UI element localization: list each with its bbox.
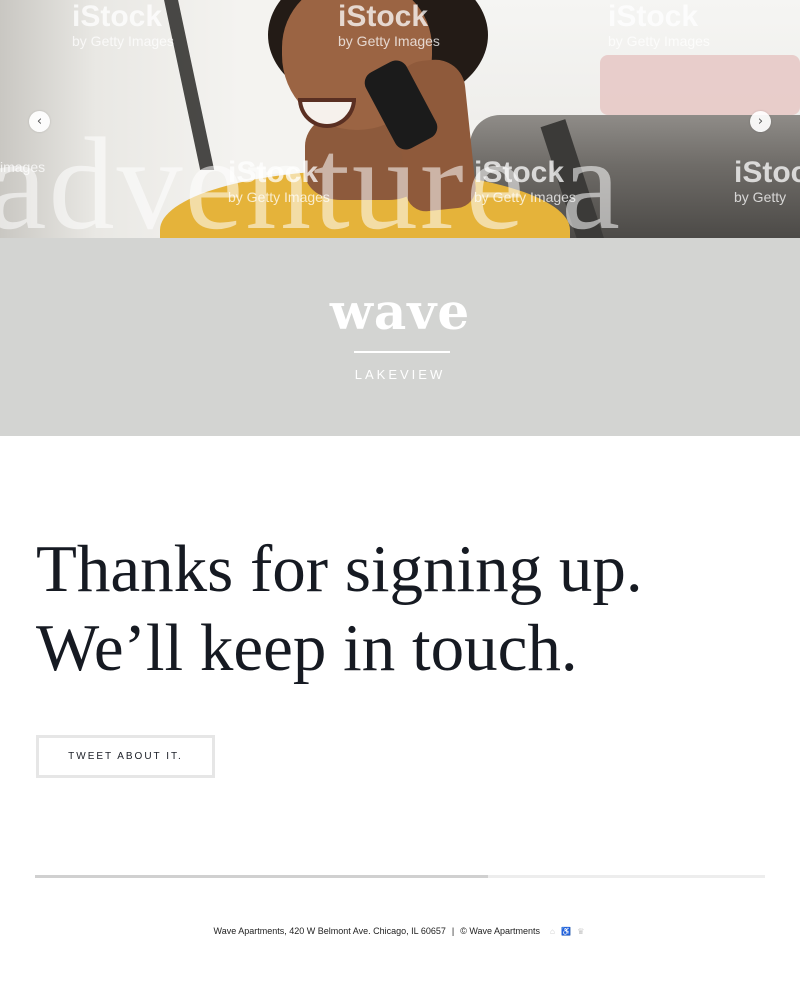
hero-photo-background-car	[600, 55, 800, 115]
carousel-next-button[interactable]: ›	[750, 111, 771, 132]
watermark-sub: by Getty Images	[608, 33, 710, 49]
progress-track	[35, 875, 765, 878]
watermark: iStock by Getty Images	[474, 156, 576, 205]
watermark: iStock by Getty Images	[72, 0, 174, 49]
hero-carousel: adventure a iStock by Getty Images iStoc…	[0, 0, 800, 238]
chevron-left-icon: ‹	[36, 114, 43, 129]
watermark: images	[0, 158, 45, 174]
watermark: iStock by Getty Images	[338, 0, 440, 49]
footer: Wave Apartments, 420 W Belmont Ave. Chic…	[0, 926, 800, 936]
hero-overlay-word: adventure a	[0, 110, 622, 239]
watermark-sub: by Getty Images	[228, 189, 330, 205]
footer-copyright: © Wave Apartments	[460, 926, 541, 936]
headline-line-2: We’ll keep in touch.	[36, 611, 578, 685]
progress-fill	[35, 875, 488, 878]
watermark-sub: by Getty Images	[474, 189, 576, 205]
watermark-brand: iStock	[608, 0, 699, 33]
watermark-sub: by Getty	[734, 189, 787, 205]
watermark-brand: iStock	[734, 156, 800, 189]
watermark-brand: iStock	[228, 156, 319, 189]
headline-line-1: Thanks for signing up.	[36, 532, 643, 606]
watermark-sub: by Getty Images	[72, 33, 174, 49]
carousel-prev-button[interactable]: ‹	[29, 111, 50, 132]
watermark-brand: iStock	[338, 0, 429, 33]
footer-separator: |	[451, 926, 455, 936]
watermark-brand: iStock	[474, 156, 565, 189]
watermark: iStock by Getty	[734, 156, 800, 205]
watermark: iStock by Getty Images	[228, 156, 330, 205]
logo-location: LAKEVIEW	[354, 367, 446, 382]
chevron-right-icon: ›	[757, 114, 764, 129]
watermark-sub: by Getty Images	[338, 33, 440, 49]
tweet-button[interactable]: TWEET ABOUT IT.	[36, 735, 215, 778]
watermark-brand: iStock	[72, 0, 163, 33]
footer-accessibility-icons: ⌂ ♿ ♛	[550, 927, 587, 936]
footer-address: Wave Apartments, 420 W Belmont Ave. Chic…	[213, 926, 446, 936]
logo-divider	[354, 351, 450, 353]
thanks-headline: Thanks for signing up. We’ll keep in tou…	[36, 530, 776, 688]
wave-logo: wave	[329, 282, 471, 341]
watermark: iStock by Getty Images	[608, 0, 710, 49]
watermark-sub: images	[0, 159, 46, 175]
